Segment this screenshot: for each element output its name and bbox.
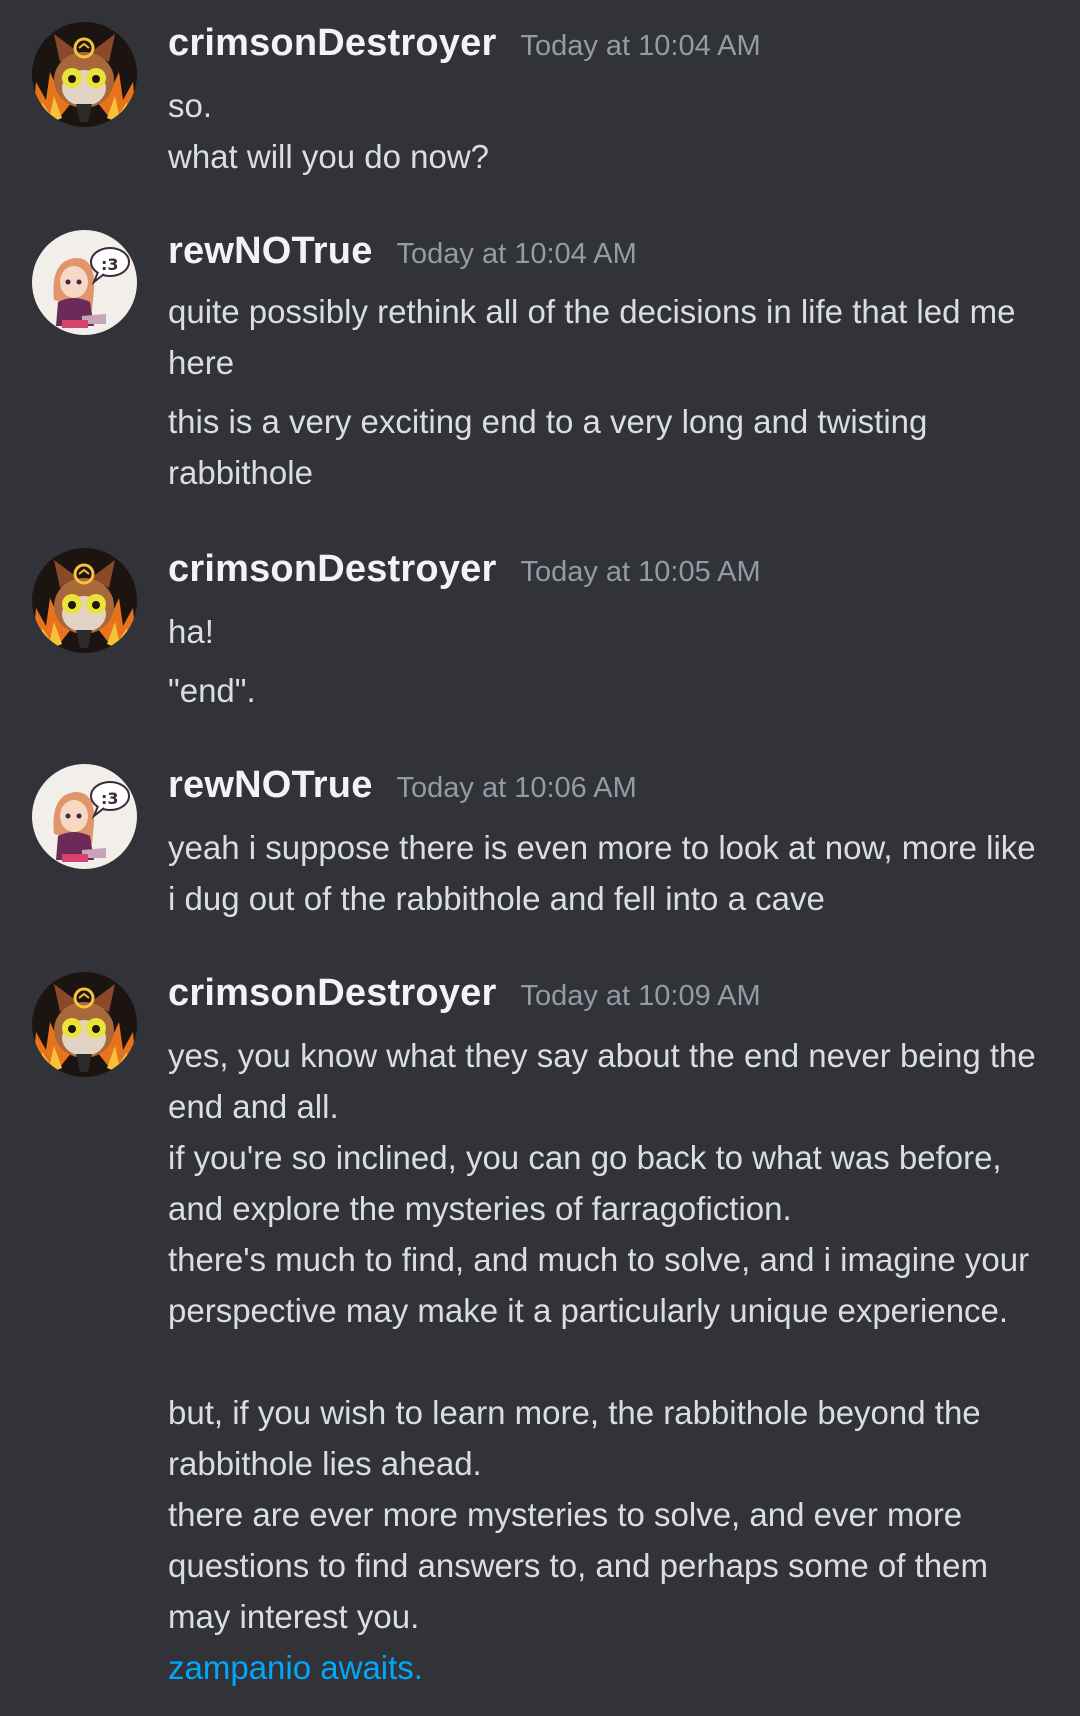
avatar-girl-icon[interactable]: :3 (32, 230, 137, 335)
message-text: what will you do now? (168, 138, 490, 175)
username[interactable]: crimsonDestroyer (168, 972, 496, 1015)
message-text: yeah i suppose there is even more to loo… (168, 829, 1036, 917)
message-text: ha! (168, 613, 214, 650)
avatar-cat-icon[interactable] (32, 22, 137, 127)
zampanio-link[interactable]: zampanio awaits. (168, 1642, 1048, 1693)
timestamp: Today at 10:05 AM (520, 556, 761, 588)
message-header: rewNOTrue Today at 10:06 AM (168, 764, 637, 820)
message-text: quite possibly rethink all of the decisi… (168, 293, 1016, 381)
message-text: there's much to find, and much to solve,… (168, 1241, 1030, 1329)
message-text: but, if you wish to learn more, the rabb… (168, 1394, 981, 1482)
username[interactable]: crimsonDestroyer (168, 548, 496, 591)
svg-text::3: :3 (101, 789, 119, 808)
username[interactable]: rewNOTrue (168, 764, 373, 807)
message-text: so. (168, 87, 213, 124)
timestamp: Today at 10:06 AM (396, 772, 637, 804)
chat-messages: crimsonDestroyer Today at 10:04 AM so. w… (0, 0, 1080, 1716)
message-header: crimsonDestroyer Today at 10:09 AM (168, 972, 761, 1028)
timestamp: Today at 10:04 AM (520, 30, 761, 62)
message-text: yes, you know what they say about the en… (168, 1037, 1036, 1125)
message-header: crimsonDestroyer Today at 10:05 AM (168, 548, 761, 604)
avatar-cat-icon[interactable] (32, 972, 137, 1077)
timestamp: Today at 10:09 AM (520, 980, 761, 1012)
avatar-cat-icon[interactable] (32, 548, 137, 653)
message-text: "end". (168, 672, 256, 709)
timestamp: Today at 10:04 AM (396, 238, 637, 270)
username[interactable]: rewNOTrue (168, 230, 373, 273)
message-header: rewNOTrue Today at 10:04 AM (168, 230, 637, 286)
message-text: if you're so inclined, you can go back t… (168, 1139, 1002, 1227)
message-text: there are ever more mysteries to solve, … (168, 1496, 988, 1635)
username[interactable]: crimsonDestroyer (168, 22, 496, 65)
message-header: crimsonDestroyer Today at 10:04 AM (168, 22, 761, 78)
message-text: this is a very exciting end to a very lo… (168, 403, 928, 491)
svg-text::3: :3 (101, 255, 119, 274)
avatar-girl-icon[interactable]: :3 (32, 764, 137, 869)
